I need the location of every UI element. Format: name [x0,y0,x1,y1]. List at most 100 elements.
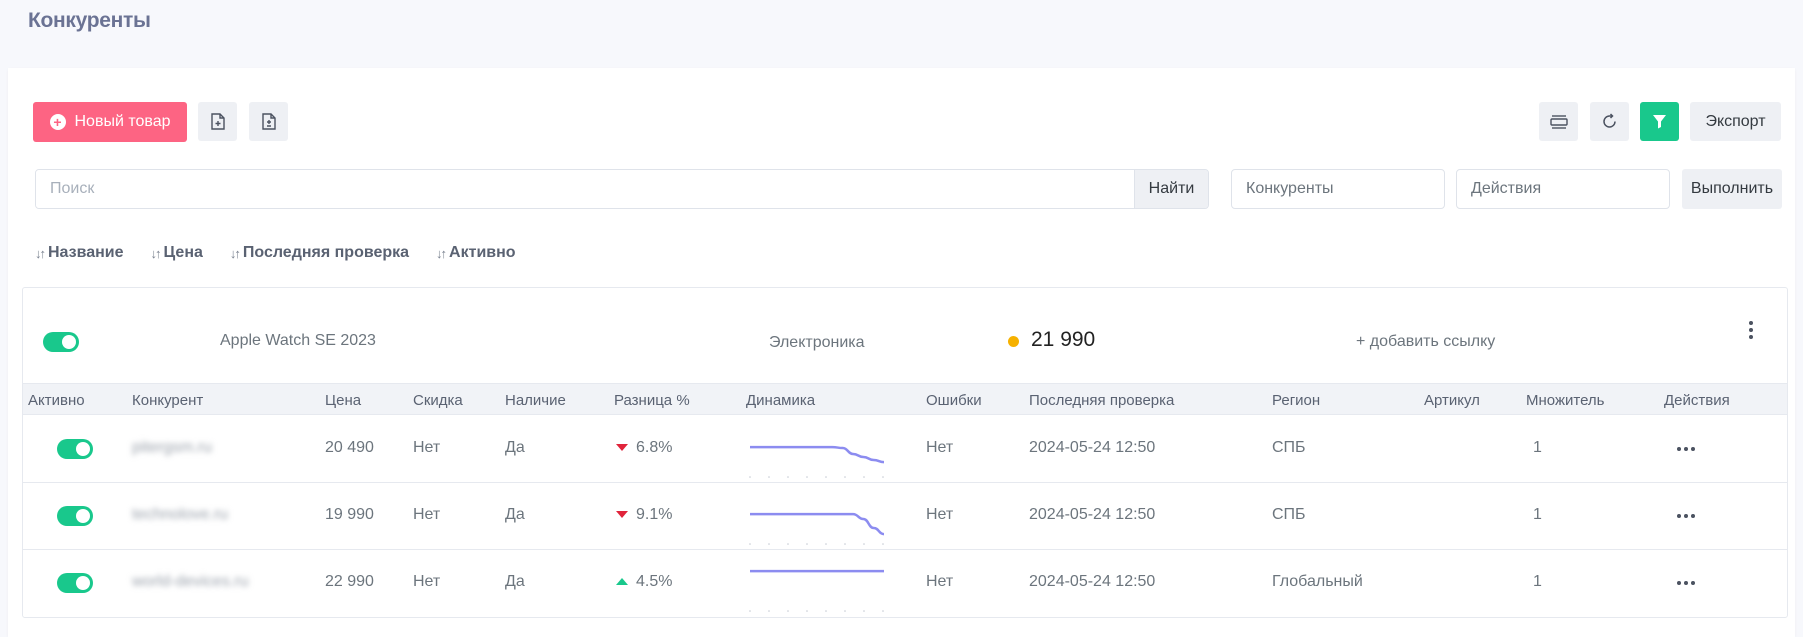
table-row: technolove.ru 19 990 Нет Да Нет 2024-05-24 12… [23,483,1787,550]
sort-by-name[interactable]: ↓↑ Название [35,244,124,262]
more-horizontal-icon[interactable] [1677,581,1695,585]
cell-stock: Да [505,439,525,456]
sparkline-tick [844,610,846,612]
run-button[interactable]: Выполнить [1682,169,1782,209]
new-item-button[interactable]: + Новый товар [33,102,187,142]
sort-by-price[interactable]: ↓↑ Цена [151,244,203,262]
diff-value: 6.8% [636,439,673,456]
row-active-toggle[interactable] [57,439,93,459]
find-button[interactable]: Найти [1134,170,1208,208]
sparkline-tick [882,476,884,478]
col-stock: Наличие [505,392,566,409]
cell-last-check: 2024-05-24 12:50 [1029,573,1156,590]
filter-icon [1653,115,1666,129]
actions-select[interactable]: Действия [1456,169,1670,209]
sparkline-tick [806,610,808,612]
cell-competitor[interactable]: technolove.ru [132,506,228,524]
sort-arrows-icon: ↓↑ [35,245,46,261]
sparkline-tick [768,610,770,612]
col-price: Цена [325,392,362,409]
cell-stock: Да [505,506,525,523]
table-row: world-devices.ru 22 990 Нет Да Нет 2024-05-24… [23,550,1787,617]
col-errors: Ошибки [926,392,982,409]
sparkline-tick [882,610,884,612]
cell-discount: Нет [413,573,441,590]
cell-region: СПБ [1272,439,1306,456]
col-multiplier: Множитель [1526,392,1605,409]
import-file-button[interactable] [198,102,237,141]
cell-region: Глобальный [1272,573,1363,590]
col-dynamics: Динамика [746,392,816,409]
sparkline-tick [749,610,751,612]
competitors-select[interactable]: Конкуренты [1231,169,1445,209]
cell-multiplier: 1 [1533,573,1542,590]
product-active-toggle[interactable] [43,332,79,352]
refresh-icon [1603,113,1616,128]
diff-file-button[interactable] [249,102,288,141]
price-status-dot [1008,336,1019,347]
sparkline-tick [863,610,865,612]
refresh-button[interactable] [1590,102,1629,141]
col-last-check: Последняя проверка [1029,392,1175,409]
file-diff-icon [261,113,276,130]
dynamics-sparkline [749,445,885,478]
cell-competitor[interactable]: pitergsm.ru [132,439,212,457]
cell-stock: Да [505,573,525,590]
filter-button[interactable] [1640,102,1679,141]
cell-multiplier: 1 [1533,439,1542,456]
cell-discount: Нет [413,439,441,456]
col-competitor: Конкурент [132,392,204,409]
sparkline-tick [863,543,865,545]
cell-region: СПБ [1272,506,1306,523]
export-button[interactable]: Экспорт [1690,102,1781,141]
sparkline-tick [768,476,770,478]
more-horizontal-icon[interactable] [1677,447,1695,451]
cell-last-check: 2024-05-24 12:50 [1029,506,1156,523]
sort-by-last-check[interactable]: ↓↑ Последняя проверка [230,244,409,262]
sparkline-tick [825,610,827,612]
table-header: Активно Конкурент Цена Скидка Наличие Ра… [23,383,1787,415]
more-vertical-icon[interactable] [1749,321,1753,339]
cell-price: 19 990 [325,506,374,523]
row-active-toggle[interactable] [57,573,93,593]
more-horizontal-icon[interactable] [1677,514,1695,518]
cell-diff: 4.5% [616,573,672,591]
col-actions: Действия [1664,392,1730,409]
sparkline-tick [863,476,865,478]
view-toggle-button[interactable] [1539,102,1578,141]
product-name[interactable]: Apple Watch SE 2023 [220,332,376,350]
table-row: pitergsm.ru 20 490 Нет Да Нет 2024-05-24 12:5… [23,416,1787,483]
cell-errors: Нет [926,506,954,523]
sparkline-path [750,512,885,536]
sparkline-tick [844,543,846,545]
sparkline-tick [749,543,751,545]
sort-label: Название [48,244,124,261]
sparkline-tick [825,543,827,545]
cell-multiplier: 1 [1533,506,1542,523]
cell-errors: Нет [926,439,954,456]
view-rows-icon [1549,114,1568,129]
cell-competitor[interactable]: world-devices.ru [132,573,248,591]
sparkline-tick [749,476,751,478]
product-card: Apple Watch SE 2023 Электроника 21 990 +… [22,287,1788,618]
file-plus-icon [210,113,225,130]
arrow-down-icon [616,511,628,519]
search-input[interactable] [36,170,1134,208]
add-link-button[interactable]: + добавить ссылку [1356,333,1495,351]
page-title: Конкуренты [28,9,151,32]
cell-price: 20 490 [325,439,374,456]
diff-value: 9.1% [636,506,673,523]
sort-label: Последняя проверка [242,244,410,261]
sparkline-tick [787,610,789,612]
arrow-up-icon [616,578,628,586]
cell-diff: 9.1% [616,506,672,524]
sparkline-tick [825,476,827,478]
row-active-toggle[interactable] [57,506,93,526]
sort-label: Цена [163,244,203,261]
col-region: Регион [1272,392,1321,409]
cell-price: 22 990 [325,573,374,590]
col-discount: Скидка [413,392,463,409]
sparkline-tick [768,543,770,545]
sort-by-active[interactable]: ↓↑ Активно [436,244,516,262]
col-active: Активно [28,392,85,409]
